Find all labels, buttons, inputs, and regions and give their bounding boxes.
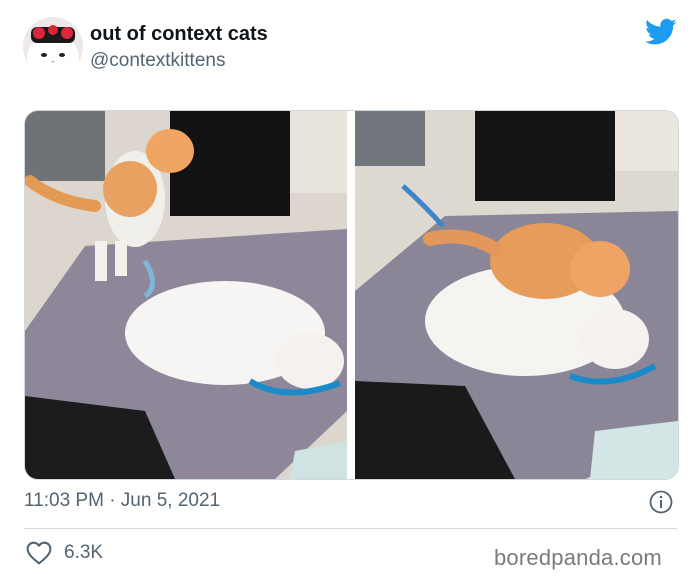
boredpanda-watermark: boredpanda.com bbox=[494, 545, 662, 570]
photo-left[interactable] bbox=[25, 111, 347, 479]
avatar[interactable] bbox=[23, 17, 83, 77]
tweet-media[interactable] bbox=[24, 110, 679, 480]
cats-photo-right-image bbox=[355, 111, 678, 479]
like-count[interactable]: 6.3K bbox=[64, 542, 103, 564]
cats-photo-left-image bbox=[25, 111, 347, 479]
twitter-bird-icon[interactable] bbox=[645, 18, 677, 46]
cat-avatar-image bbox=[23, 17, 83, 77]
tweet-timestamp[interactable]: 11:03 PM · Jun 5, 2021 bbox=[24, 490, 220, 512]
heart-outline-icon[interactable] bbox=[26, 541, 52, 565]
display-name[interactable]: out of context cats bbox=[90, 23, 268, 46]
info-circle-icon[interactable] bbox=[649, 490, 673, 514]
tweet-card: out of context cats @contextkittens 11:0… bbox=[0, 0, 700, 582]
footer-divider bbox=[24, 528, 677, 529]
user-handle[interactable]: @contextkittens bbox=[90, 50, 225, 72]
photo-right[interactable] bbox=[355, 111, 678, 479]
